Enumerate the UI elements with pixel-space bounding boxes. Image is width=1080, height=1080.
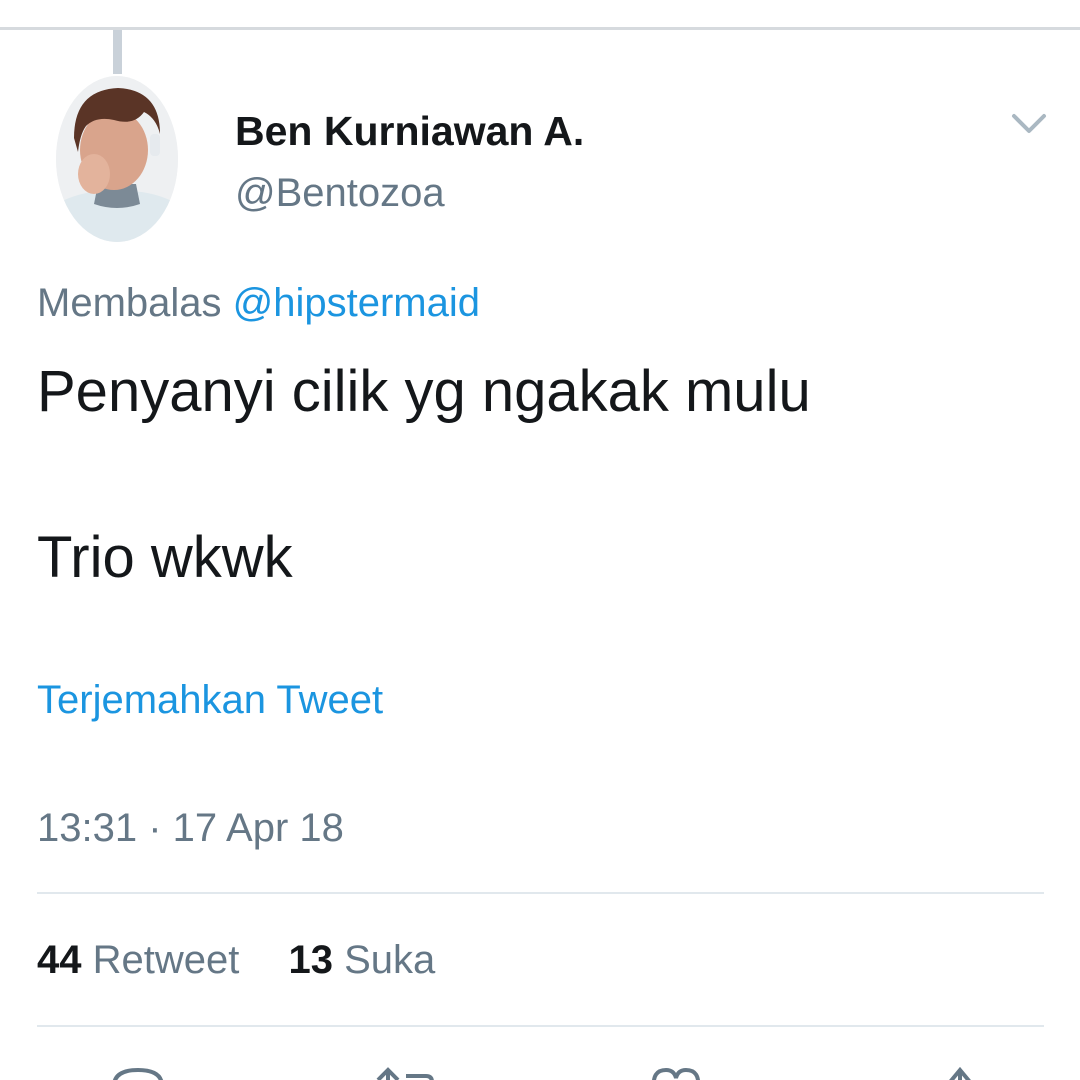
- like-stat[interactable]: 13 Suka: [289, 938, 436, 982]
- retweet-count: 44: [37, 938, 82, 982]
- retweet-button[interactable]: [376, 1062, 436, 1080]
- reply-context: Membalas @hipstermaid: [37, 281, 480, 326]
- tweet-menu-button[interactable]: [1008, 108, 1050, 138]
- author-handle[interactable]: @Bentozoa: [235, 171, 445, 216]
- tweet-detail-page: Ben Kurniawan A. @Bentozoa Membalas @hip…: [0, 0, 1080, 1080]
- share-button[interactable]: [930, 1062, 990, 1080]
- avatar-image: [56, 76, 178, 242]
- tweet-stats: 44 Retweet 13 Suka: [37, 938, 473, 983]
- tweet-timestamp[interactable]: 13:31 · 17 Apr 18: [37, 806, 344, 851]
- translate-tweet-link[interactable]: Terjemahkan Tweet: [37, 678, 383, 723]
- retweet-icon: [376, 1067, 434, 1080]
- reply-prefix: Membalas: [37, 281, 222, 325]
- retweet-stat[interactable]: 44 Retweet: [37, 938, 239, 982]
- tweet-text-line: Penyanyi cilik yg ngakak mulu: [37, 359, 811, 424]
- divider: [37, 1025, 1044, 1027]
- retweet-label: Retweet: [92, 938, 240, 982]
- tweet-text-line: Trio wkwk: [37, 525, 293, 590]
- top-divider: [0, 27, 1080, 30]
- like-button[interactable]: [646, 1062, 706, 1080]
- reply-icon: [113, 1067, 163, 1080]
- reply-mention-link[interactable]: @hipstermaid: [233, 281, 480, 325]
- like-label: Suka: [344, 938, 436, 982]
- reply-button[interactable]: [108, 1062, 168, 1080]
- thread-connector-line: [113, 30, 122, 74]
- divider: [37, 892, 1044, 894]
- share-icon: [949, 1066, 971, 1080]
- avatar[interactable]: [56, 76, 178, 242]
- author-display-name[interactable]: Ben Kurniawan A.: [235, 108, 584, 155]
- chevron-down-icon: [1012, 114, 1046, 133]
- like-count: 13: [288, 938, 334, 982]
- heart-icon: [652, 1067, 700, 1080]
